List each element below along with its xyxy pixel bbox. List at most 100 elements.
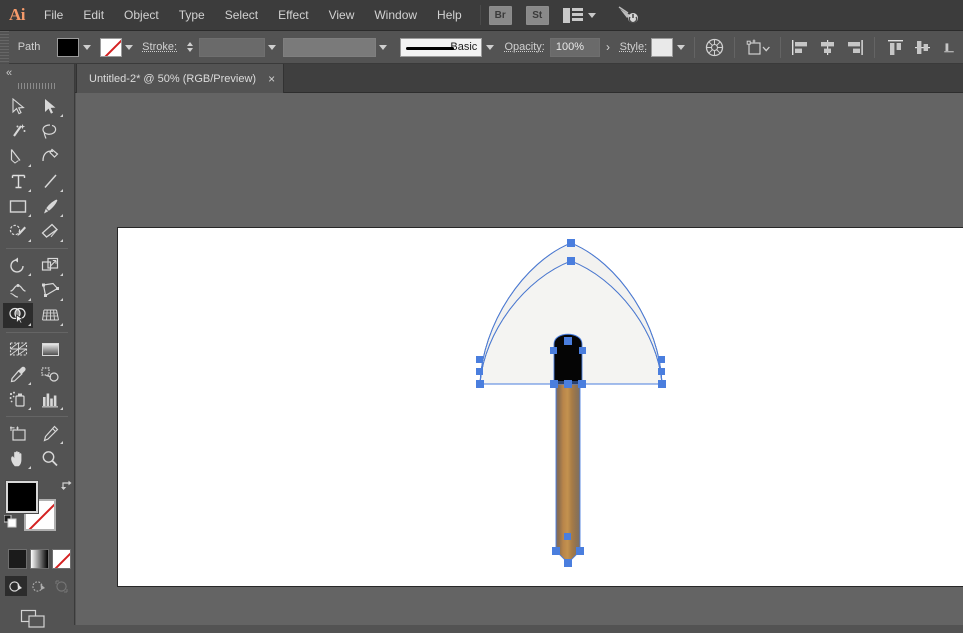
slice-tool[interactable] bbox=[35, 421, 65, 446]
menu-help[interactable]: Help bbox=[427, 0, 472, 31]
artboard-tool[interactable] bbox=[3, 421, 33, 446]
brush-definition-chevron-down-icon[interactable] bbox=[482, 38, 496, 57]
recolor-artwork-icon[interactable] bbox=[703, 36, 726, 58]
paintbrush-tool[interactable] bbox=[35, 194, 65, 219]
menu-view[interactable]: View bbox=[319, 0, 365, 31]
free-transform-tool[interactable] bbox=[35, 278, 65, 303]
brush-definition-label: Basic bbox=[450, 41, 478, 53]
width-tool[interactable] bbox=[3, 278, 33, 303]
stroke-weight-chevron-down-icon[interactable] bbox=[265, 38, 279, 57]
tool-grid bbox=[3, 94, 71, 471]
brush-definition-field[interactable]: Basic bbox=[400, 37, 483, 57]
align-right-icon[interactable] bbox=[843, 36, 866, 58]
menu-select[interactable]: Select bbox=[215, 0, 268, 31]
shaper-tool[interactable] bbox=[3, 219, 33, 244]
lasso-tool[interactable] bbox=[35, 119, 65, 144]
none-mode-button[interactable] bbox=[52, 549, 71, 569]
control-bar-grip[interactable] bbox=[0, 30, 9, 64]
color-mode-buttons bbox=[8, 549, 74, 569]
change-screen-mode-button[interactable] bbox=[20, 608, 48, 630]
style-label[interactable]: Style: bbox=[620, 41, 652, 53]
shape-builder-tool[interactable] bbox=[3, 303, 33, 328]
stroke-weight-label[interactable]: Stroke: bbox=[142, 41, 181, 53]
stroke-dropdown-chevron-down-icon[interactable] bbox=[122, 38, 136, 57]
document-tab-title: Untitled-2* @ 50% (RGB/Preview) bbox=[89, 72, 257, 85]
draw-mode-buttons bbox=[5, 576, 74, 596]
type-tool[interactable] bbox=[3, 169, 33, 194]
symbol-sprayer-tool[interactable] bbox=[3, 387, 33, 412]
tool-divider-1 bbox=[6, 248, 68, 249]
opacity-options-chevron-right-icon[interactable]: › bbox=[600, 38, 615, 57]
perspective-grid-tool[interactable] bbox=[35, 303, 65, 328]
document-tab-strip: Untitled-2* @ 50% (RGB/Preview) × bbox=[0, 64, 963, 93]
close-icon[interactable]: × bbox=[268, 73, 275, 85]
scale-tool[interactable] bbox=[35, 253, 65, 278]
menu-effect[interactable]: Effect bbox=[268, 0, 318, 31]
blend-tool[interactable] bbox=[35, 362, 65, 387]
collapse-panel-icon[interactable]: « bbox=[6, 67, 12, 79]
eraser-tool[interactable] bbox=[35, 219, 65, 244]
tool-divider-3 bbox=[6, 416, 68, 417]
variable-width-chevron-down-icon[interactable] bbox=[376, 38, 390, 57]
chevron-down-icon[interactable] bbox=[587, 12, 596, 18]
menu-object[interactable]: Object bbox=[114, 0, 169, 31]
arrange-documents-icon[interactable] bbox=[562, 7, 583, 23]
fill-swatch[interactable] bbox=[57, 37, 80, 57]
eyedropper-tool[interactable] bbox=[3, 362, 33, 387]
default-fill-stroke-icon[interactable] bbox=[3, 514, 17, 528]
draw-inside-button[interactable] bbox=[51, 576, 73, 596]
zoom-tool[interactable] bbox=[35, 446, 65, 471]
brush-sweep-icon[interactable] bbox=[618, 5, 640, 25]
fill-stroke-controls bbox=[3, 479, 74, 543]
selection-tool[interactable] bbox=[3, 94, 33, 119]
stock-button[interactable]: St bbox=[525, 5, 549, 25]
menu-edit[interactable]: Edit bbox=[73, 0, 114, 31]
direct-selection-tool[interactable] bbox=[35, 94, 65, 119]
magic-wand-tool[interactable] bbox=[3, 119, 33, 144]
menu-window[interactable]: Window bbox=[364, 0, 427, 31]
gradient-tool[interactable] bbox=[35, 337, 65, 362]
color-mode-button[interactable] bbox=[8, 549, 27, 569]
gradient-mode-button[interactable] bbox=[30, 549, 49, 569]
pen-tool[interactable] bbox=[3, 144, 33, 169]
graphic-style-swatch[interactable] bbox=[651, 37, 674, 57]
control-divider-4 bbox=[874, 36, 876, 58]
hand-tool[interactable] bbox=[3, 446, 33, 471]
rotate-tool[interactable] bbox=[3, 253, 33, 278]
align-left-icon[interactable] bbox=[789, 36, 812, 58]
brush-stroke-preview bbox=[406, 46, 454, 50]
line-segment-tool[interactable] bbox=[35, 169, 65, 194]
toolbar-fill-swatch[interactable] bbox=[6, 481, 38, 513]
shovel-illustration[interactable] bbox=[76, 93, 963, 625]
stroke-weight-stepper[interactable] bbox=[185, 38, 196, 57]
align-horizontal-center-icon[interactable] bbox=[816, 36, 839, 58]
stroke-swatch[interactable] bbox=[99, 37, 122, 57]
stroke-weight-input[interactable] bbox=[198, 37, 265, 57]
menu-type[interactable]: Type bbox=[169, 0, 215, 31]
app-logo: Ai bbox=[9, 5, 26, 24]
document-tab[interactable]: Untitled-2* @ 50% (RGB/Preview) × bbox=[76, 64, 285, 93]
tools-panel: « bbox=[0, 64, 75, 628]
column-graph-tool[interactable] bbox=[35, 387, 65, 412]
align-bottom-icon[interactable] bbox=[938, 36, 961, 58]
variable-width-profile-input[interactable] bbox=[282, 37, 376, 57]
tools-panel-grip[interactable] bbox=[18, 83, 56, 89]
menu-file[interactable]: File bbox=[34, 0, 73, 31]
swap-fill-stroke-icon[interactable] bbox=[60, 479, 74, 493]
tools-panel-header: « bbox=[0, 64, 74, 94]
rectangle-tool[interactable] bbox=[3, 194, 33, 219]
menu-divider bbox=[479, 5, 481, 25]
draw-normal-button[interactable] bbox=[5, 576, 27, 596]
canvas-area[interactable] bbox=[76, 93, 963, 625]
curvature-tool[interactable] bbox=[35, 144, 65, 169]
opacity-input[interactable]: 100% bbox=[549, 37, 601, 57]
fill-dropdown-chevron-down-icon[interactable] bbox=[79, 38, 93, 57]
transform-shape-icon[interactable] bbox=[743, 36, 772, 58]
align-top-icon[interactable] bbox=[883, 36, 906, 58]
bridge-button[interactable]: Br bbox=[488, 5, 512, 25]
draw-behind-button[interactable] bbox=[28, 576, 50, 596]
graphic-style-chevron-down-icon[interactable] bbox=[673, 38, 687, 57]
align-vertical-center-icon[interactable] bbox=[911, 36, 934, 58]
opacity-label[interactable]: Opacity: bbox=[505, 41, 550, 53]
mesh-tool[interactable] bbox=[3, 337, 33, 362]
